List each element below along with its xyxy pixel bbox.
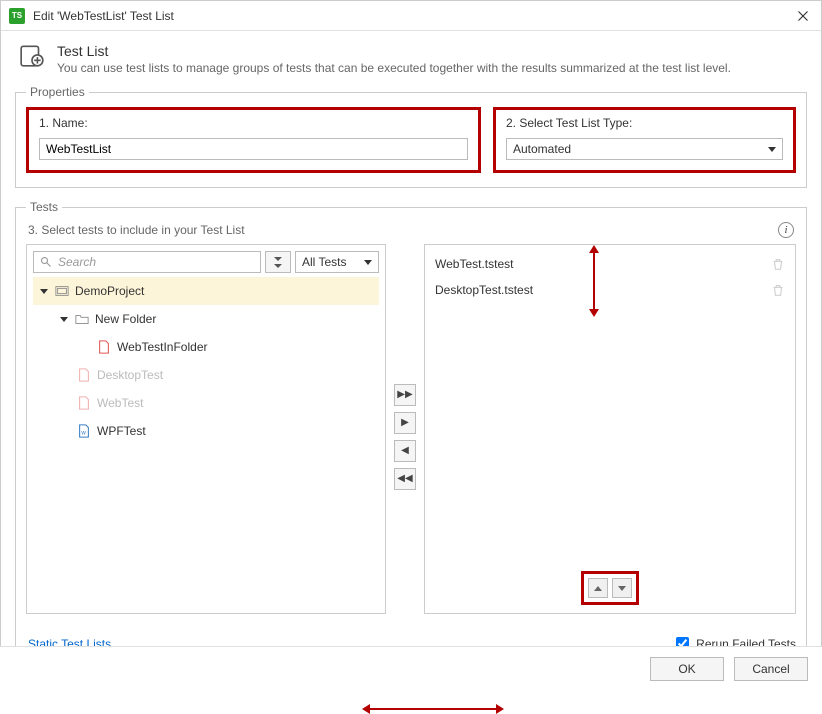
tree-test-item[interactable]: WebTest [33,389,379,417]
properties-group: Properties 1. Name: 2. Select Test List … [15,85,807,188]
remove-all-button[interactable]: ◀◀ [394,468,416,490]
name-input[interactable] [39,138,468,160]
tree-label: DemoProject [75,284,144,298]
svg-text:w: w [80,430,86,437]
reorder-vertical-indicator [593,251,595,311]
info-icon[interactable]: i [778,222,794,238]
selected-test-item[interactable]: WebTest.tstest [431,251,789,277]
project-icon [55,284,69,298]
selected-test-label: DesktopTest.tstest [435,283,533,297]
type-value: Automated [513,142,571,156]
selected-test-label: WebTest.tstest [435,257,513,271]
filter-label: All Tests [302,255,346,269]
reorder-highlight-box [581,571,639,605]
folder-icon [75,312,89,326]
search-icon [40,256,52,268]
tests-legend: Tests [26,200,62,214]
tree-root-item[interactable]: DemoProject [33,277,379,305]
tree-label: New Folder [95,312,156,326]
remove-button[interactable]: ◀ [394,440,416,462]
page-description: You can use test lists to manage groups … [57,61,731,75]
close-button[interactable] [793,6,813,26]
chevron-down-icon [768,147,776,152]
add-all-button[interactable]: ▶▶ [394,384,416,406]
search-placeholder: Search [58,255,96,269]
move-up-button[interactable] [588,578,608,598]
properties-legend: Properties [26,85,89,99]
test-file-icon [77,368,91,382]
dual-list-layout: Search All Tests DemoProject [26,244,796,614]
add-button[interactable]: ▶ [394,412,416,434]
trash-icon[interactable] [771,257,785,271]
available-tests-panel: Search All Tests DemoProject [26,244,386,614]
transfer-horizontal-indicator [368,708,498,710]
search-input[interactable]: Search [33,251,261,273]
expander-icon[interactable] [39,286,49,296]
tests-instruction: 3. Select tests to include in your Test … [28,223,245,237]
type-dropdown[interactable]: Automated [506,138,783,160]
cancel-button[interactable]: Cancel [734,657,808,681]
ok-button[interactable]: OK [650,657,724,681]
name-highlight-box: 1. Name: [26,107,481,173]
move-down-button[interactable] [612,578,632,598]
test-tree: DemoProject New Folder WebTestInFolder D… [33,277,379,445]
tree-label: WPFTest [97,424,146,438]
chevron-down-icon [364,260,372,265]
window-title: Edit 'WebTestList' Test List [33,9,793,23]
titlebar: TS Edit 'WebTestList' Test List [1,1,821,31]
expander-icon[interactable] [59,314,69,324]
test-file-icon [77,396,91,410]
trash-icon[interactable] [771,283,785,297]
test-file-icon [97,340,111,354]
test-list-icon [19,43,45,69]
dialog-footer: OK Cancel [0,646,822,691]
tree-test-item[interactable]: WebTestInFolder [33,333,379,361]
page-title: Test List [57,43,731,59]
test-file-icon: w [77,424,91,438]
tree-label: WebTestInFolder [117,340,208,354]
tree-label: WebTest [97,396,143,410]
app-icon: TS [9,8,25,24]
type-highlight-box: 2. Select Test List Type: Automated [493,107,796,173]
selected-test-item[interactable]: DesktopTest.tstest [431,277,789,303]
type-label: 2. Select Test List Type: [506,116,783,130]
search-expand-button[interactable] [265,251,291,273]
tree-test-item[interactable]: DesktopTest [33,361,379,389]
name-label: 1. Name: [39,116,468,130]
transfer-buttons: ▶▶ ▶ ◀ ◀◀ [392,384,418,490]
tests-group: Tests 3. Select tests to include in your… [15,200,807,672]
tree-folder-item[interactable]: New Folder [33,305,379,333]
selected-tests-panel: WebTest.tstest DesktopTest.tstest [424,244,796,614]
tree-label: DesktopTest [97,368,163,382]
tree-test-item[interactable]: w WPFTest [33,417,379,445]
page-header: Test List You can use test lists to mana… [1,31,821,85]
filter-dropdown[interactable]: All Tests [295,251,379,273]
